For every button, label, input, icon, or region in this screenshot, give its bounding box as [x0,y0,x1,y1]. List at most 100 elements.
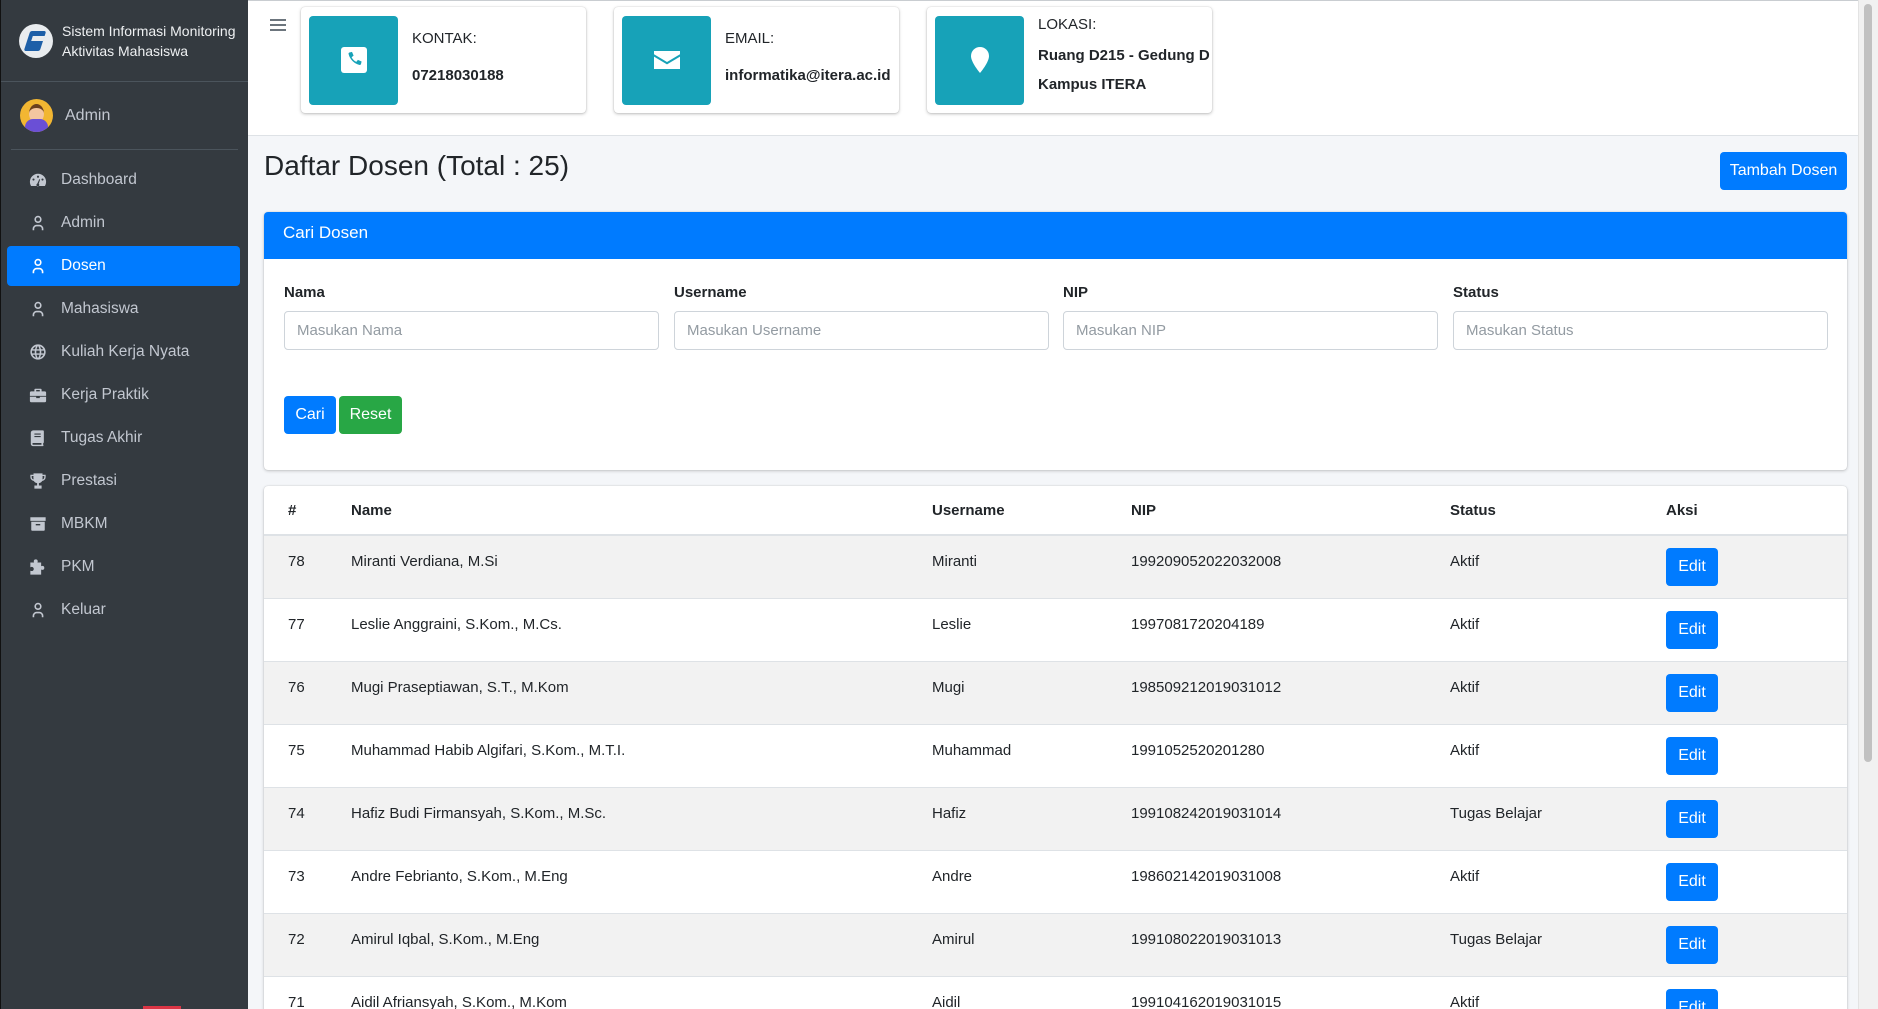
cell-username: Aidil [932,975,1131,1009]
sidebar-item-prestasi[interactable]: Prestasi [7,461,240,501]
table-row: 78 Miranti Verdiana, M.Si Miranti 199209… [264,534,1847,598]
search-card: Cari Dosen Nama Username NIP Status Cari… [264,212,1847,470]
cell-username: Hafiz [932,786,1131,850]
sidebar-item-kkn[interactable]: Kuliah Kerja Nyata [7,332,240,372]
sidebar-item-label: Kerja Praktik [61,386,149,403]
user-icon [27,256,49,276]
col-header-username: Username [932,486,1131,536]
search-input-nip[interactable] [1063,311,1438,350]
sidebar-item-label: Dashboard [61,171,137,188]
brand[interactable]: Sistem Informasi Monitoring Aktivitas Ma… [1,0,248,82]
itera-logo [19,23,53,58]
archive-icon [27,514,49,534]
cell-status: Aktif [1450,660,1666,724]
sidebar-item-mahasiswa[interactable]: Mahasiswa [7,289,240,329]
dosen-table-card: # Name Username NIP Status Aksi 78 Miran… [264,486,1847,1009]
sidebar-item-label: Admin [61,214,105,231]
cell-name: Mugi Praseptiawan, S.T., M.Kom [351,660,932,724]
cell-nip: 199108242019031014 [1131,786,1450,850]
location-label: LOKASI: [1038,15,1097,33]
reset-button[interactable]: Reset [339,396,402,434]
trophy-icon [27,471,49,491]
edit-button[interactable]: Edit [1666,736,1718,775]
edit-button[interactable]: Edit [1666,862,1718,901]
brand-title-line1: Sistem Informasi Monitoring [62,22,236,39]
envelope-icon [622,15,711,105]
sidebar-item-label: Mahasiswa [61,300,139,317]
cell-status: Aktif [1450,597,1666,661]
info-card-location: LOKASI: Ruang D215 - Gedung D Kampus ITE… [927,7,1212,113]
add-dosen-button[interactable]: Tambah Dosen [1720,152,1847,190]
cell-aksi: Edit [1666,912,1847,976]
edit-button[interactable]: Edit [1666,548,1718,586]
edit-button[interactable]: Edit [1666,673,1718,712]
email-label: EMAIL: [725,30,775,47]
sidebar-item-pkm[interactable]: PKM [7,547,240,587]
cell-name: Aidil Afriansyah, S.Kom., M.Kom [351,975,932,1009]
location-value-line1: Ruang D215 - Gedung D [1038,46,1210,64]
edit-button[interactable]: Edit [1666,925,1718,964]
contact-value: 07218030188 [412,67,504,84]
cell-name: Muhammad Habib Algifari, S.Kom., M.T.I. [351,723,932,787]
search-field-nip: NIP [1063,284,1438,350]
search-card-title: Cari Dosen [264,212,1847,259]
sidebar-item-dosen[interactable]: Dosen [7,246,240,286]
edit-button[interactable]: Edit [1666,610,1718,649]
sidebar-item-keluar[interactable]: Keluar [7,590,240,630]
col-header-number: # [264,486,351,536]
cell-aksi: Edit [1666,975,1847,1009]
contact-label: KONTAK: [412,30,477,47]
brand-title: Sistem Informasi Monitoring Aktivitas Ma… [62,21,236,61]
cell-aksi: Edit [1666,597,1847,661]
cari-button[interactable]: Cari [284,396,336,434]
search-input-status[interactable] [1453,311,1828,350]
cell-status: Aktif [1450,723,1666,787]
sidebar-item-label: Dosen [61,257,106,274]
table-row: 71 Aidil Afriansyah, S.Kom., M.Kom Aidil… [264,975,1847,1009]
sidebar-item-mbkm[interactable]: MBKM [7,504,240,544]
sidebar-item-dashboard[interactable]: Dashboard [7,160,240,200]
search-label-status: Status [1453,284,1499,301]
cell-username: Leslie [932,597,1131,661]
menu-toggle-icon[interactable] [270,19,286,33]
search-label-nip: NIP [1063,284,1089,301]
cell-number: 75 [264,723,351,787]
sidebar-item-label: PKM [61,558,95,575]
cell-status: Aktif [1450,849,1666,913]
cell-number: 74 [264,786,351,850]
cell-aksi: Edit [1666,786,1847,850]
search-label-nama: Nama [284,284,325,301]
page-scrollbar[interactable] [1858,0,1878,1009]
edit-button[interactable]: Edit [1666,988,1718,1009]
map-marker-icon [935,15,1024,105]
cell-name: Andre Febrianto, S.Kom., M.Eng [351,849,932,913]
cell-username: Muhammad [932,723,1131,787]
edit-button[interactable]: Edit [1666,799,1718,838]
cell-name: Amirul Iqbal, S.Kom., M.Eng [351,912,932,976]
email-value: informatika@itera.ac.id [725,67,891,84]
search-input-nama[interactable] [284,311,659,350]
sidebar-item-admin[interactable]: Admin [7,203,240,243]
cell-nip: 198509212019031012 [1131,660,1450,724]
cell-username: Miranti [932,534,1131,598]
cell-aksi: Edit [1666,723,1847,787]
user-panel[interactable]: Admin [11,82,238,150]
user-name[interactable]: Admin [65,107,110,125]
scrollbar-thumb[interactable] [1864,4,1872,762]
search-input-username[interactable] [674,311,1049,350]
cell-username: Andre [932,849,1131,913]
cell-nip: 198602142019031008 [1131,849,1450,913]
sidebar-item-kerja-praktik[interactable]: Kerja Praktik [7,375,240,415]
cell-status: Aktif [1450,975,1666,1009]
sidebar-item-label: Kuliah Kerja Nyata [61,343,190,360]
user-icon [27,299,49,319]
book-icon [27,428,49,448]
search-field-username: Username [674,284,1049,350]
cell-name: Hafiz Budi Firmansyah, S.Kom., M.Sc. [351,786,932,850]
brand-title-line2: Aktivitas Mahasiswa [62,42,189,59]
cell-status: Tugas Belajar [1450,912,1666,976]
sidebar-item-label: MBKM [61,515,108,532]
sidebar-item-label: Tugas Akhir [61,429,143,446]
cell-nip: 199209052022032008 [1131,534,1450,598]
sidebar-item-tugas-akhir[interactable]: Tugas Akhir [7,418,240,458]
